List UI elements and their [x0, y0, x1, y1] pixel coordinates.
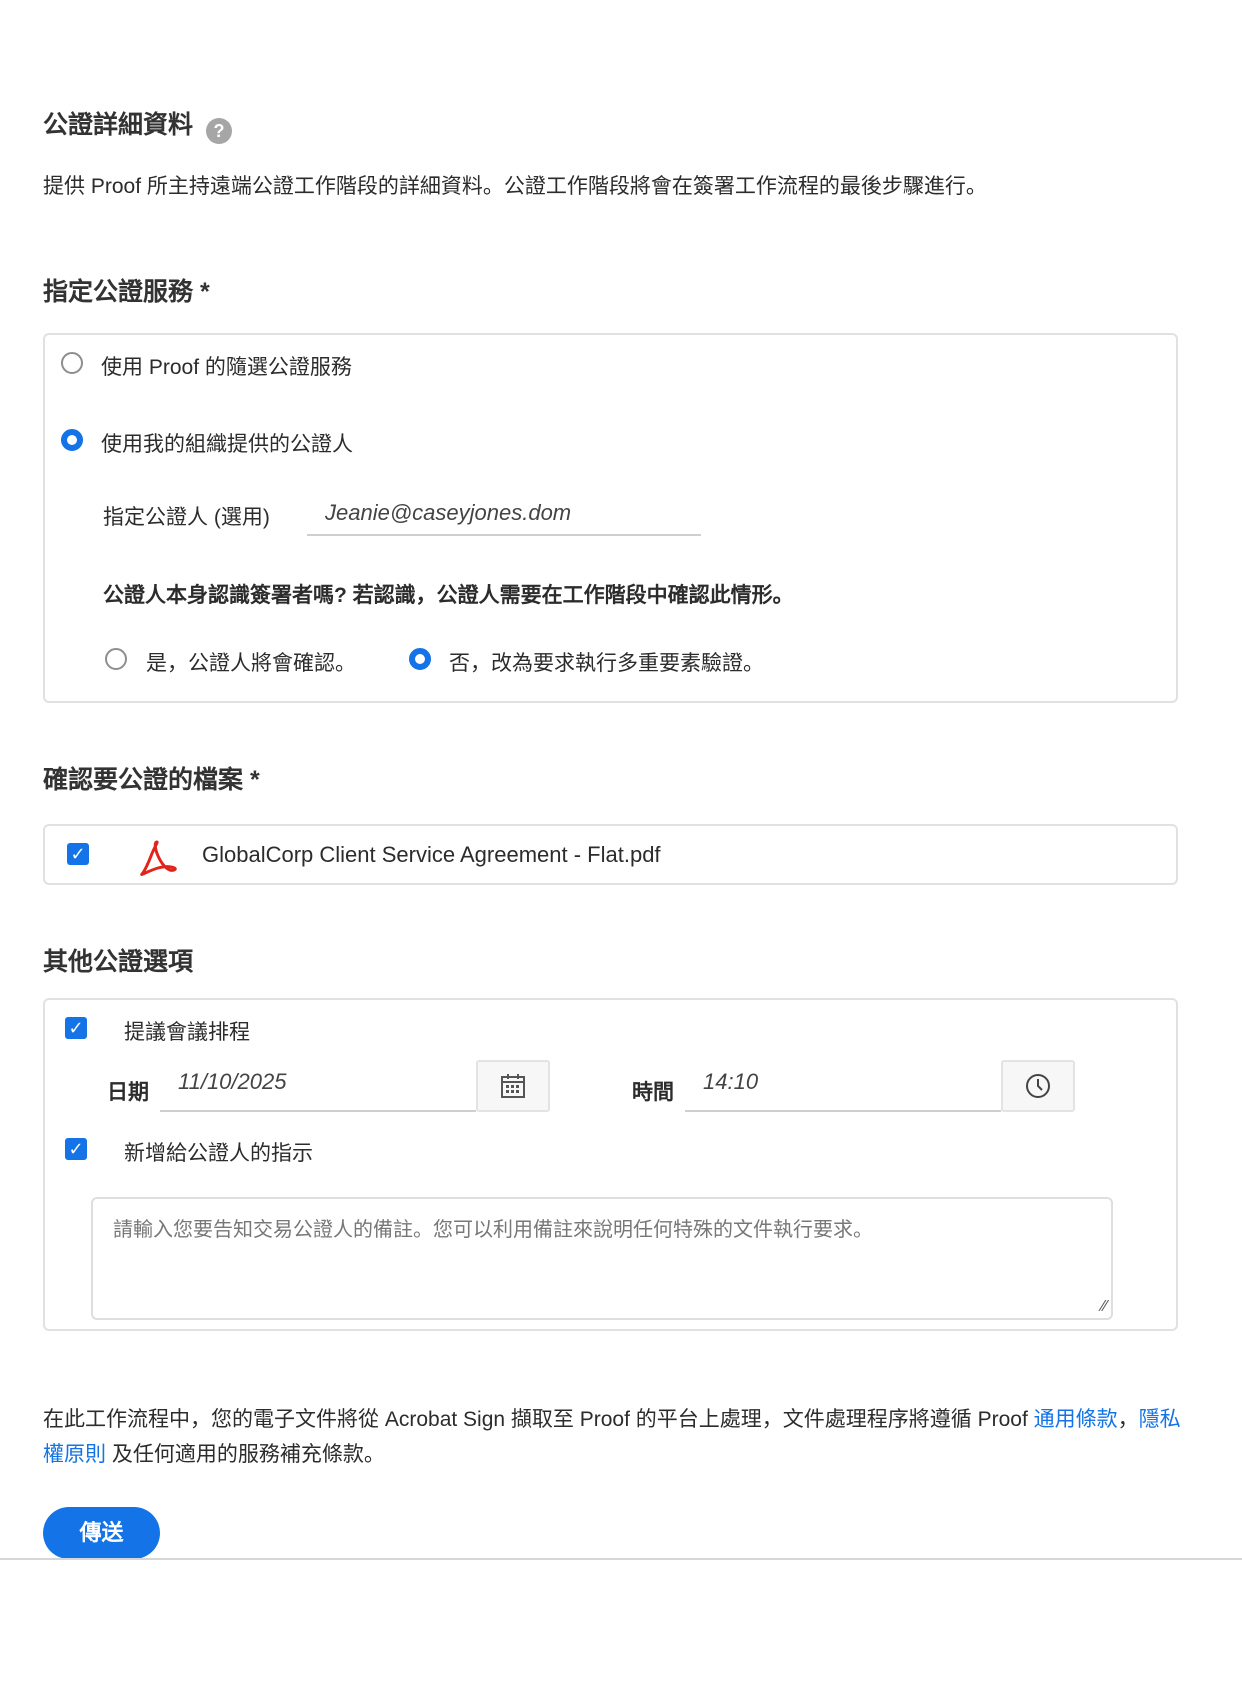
file-box: ✓ GlobalCorp Client Service Agreement - …: [43, 824, 1178, 885]
instructions-label[interactable]: 新增給公證人的指示: [124, 1137, 313, 1167]
radio-org-notary-label[interactable]: 使用我的組織提供的公證人: [101, 428, 353, 458]
radio-proof-service[interactable]: [61, 352, 83, 374]
files-heading-text: 確認要公證的檔案: [43, 766, 244, 794]
terms-link[interactable]: 通用條款: [1034, 1408, 1118, 1431]
separator: ，: [1117, 1408, 1139, 1431]
time-label: 時間: [632, 1081, 674, 1104]
schedule-label[interactable]: 提議會議排程: [124, 1016, 250, 1046]
footer-terms: 在此工作流程中，您的電子文件將從 Acrobat Sign 擷取至 Proof …: [43, 1402, 1183, 1472]
radio-yes-confirm[interactable]: [105, 648, 127, 670]
calendar-icon: [501, 1074, 525, 1098]
required-marker: *: [249, 766, 260, 794]
notary-email-input[interactable]: Jeanie@caseyjones.dom: [307, 493, 701, 536]
footer-text: 在此工作流程中，您的電子文件將從 Acrobat Sign 擷取至 Proof …: [43, 1408, 1034, 1431]
resize-handle-icon[interactable]: ⁄⁄: [1102, 1298, 1107, 1316]
file-name: GlobalCorp Client Service Agreement - Fl…: [202, 842, 661, 867]
service-heading-text: 指定公證服務: [43, 278, 194, 306]
file-checkbox[interactable]: ✓: [67, 843, 89, 865]
notary-label: 指定公證人 (選用): [103, 506, 270, 529]
divider: [0, 1558, 1242, 1560]
page-title-text: 公證詳細資料: [43, 111, 194, 139]
instructions-checkbox[interactable]: ✓: [65, 1138, 87, 1160]
pdf-icon: [137, 838, 177, 883]
page-title: 公證詳細資料 ?: [43, 105, 232, 144]
notary-question: 公證人本身認識簽署者嗎? 若認識，公證人需要在工作階段中確認此情形。: [103, 584, 794, 607]
time-input[interactable]: 14:10: [685, 1062, 1001, 1112]
other-options-heading: 其他公證選項: [43, 948, 194, 976]
radio-proof-service-label[interactable]: 使用 Proof 的隨選公證服務: [101, 351, 352, 381]
calendar-button[interactable]: [476, 1060, 550, 1112]
send-button[interactable]: 傳送: [43, 1507, 160, 1559]
service-options-box: 使用 Proof 的隨選公證服務 使用我的組織提供的公證人 指定公證人 (選用)…: [43, 333, 1178, 703]
instructions-textarea[interactable]: 請輸入您要告知交易公證人的備註。您可以利用備註來說明任何特殊的文件執行要求。 ⁄…: [91, 1197, 1113, 1320]
required-marker: *: [199, 278, 210, 306]
date-label: 日期: [107, 1081, 149, 1104]
radio-org-notary[interactable]: [61, 429, 83, 451]
radio-no-mfa[interactable]: [409, 648, 431, 670]
page-description: 提供 Proof 所主持遠端公證工作階段的詳細資料。公證工作階段將會在簽署工作流…: [43, 175, 987, 198]
clock-button[interactable]: [1001, 1060, 1075, 1112]
clock-icon: [1026, 1074, 1050, 1098]
instructions-placeholder: 請輸入您要告知交易公證人的備註。您可以利用備註來說明任何特殊的文件執行要求。: [113, 1219, 873, 1241]
help-icon[interactable]: ?: [205, 118, 232, 144]
files-heading: 確認要公證的檔案 *: [43, 760, 260, 796]
other-options-box: ✓ 提議會議排程 日期 11/10/2025 時間 14:10 ✓ 新增給公證人…: [43, 998, 1178, 1331]
radio-yes-label[interactable]: 是，公證人將會確認。: [146, 647, 356, 677]
schedule-checkbox[interactable]: ✓: [65, 1017, 87, 1039]
radio-no-label[interactable]: 否，改為要求執行多重要素驗證。: [449, 647, 764, 677]
date-input[interactable]: 11/10/2025: [160, 1062, 476, 1112]
footer-text-end: 及任何適用的服務補充條款。: [106, 1443, 385, 1466]
service-heading: 指定公證服務 *: [43, 272, 210, 308]
